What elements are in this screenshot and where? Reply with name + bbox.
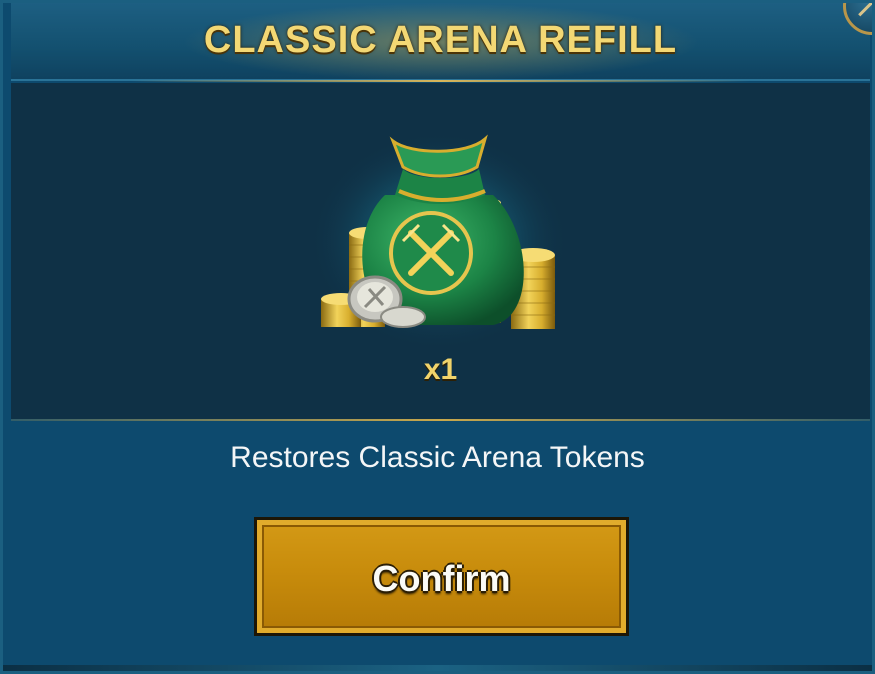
confirm-button[interactable]: Confirm	[254, 517, 629, 636]
arena-token-bag-icon	[309, 131, 569, 351]
item-quantity: x1	[423, 353, 458, 386]
refill-dialog: CLASSIC ARENA REFILL x1 Restores Classic…	[0, 0, 875, 674]
reward-panel: x1	[11, 83, 870, 421]
item-description: Restores Classic Arena Tokens	[230, 441, 645, 474]
dialog-header: CLASSIC ARENA REFILL	[11, 3, 870, 82]
close-icon	[858, 3, 872, 17]
dialog-bottom-edge	[3, 665, 872, 671]
dialog-title: CLASSIC ARENA REFILL	[203, 19, 678, 61]
confirm-button-label: Confirm	[372, 558, 511, 599]
